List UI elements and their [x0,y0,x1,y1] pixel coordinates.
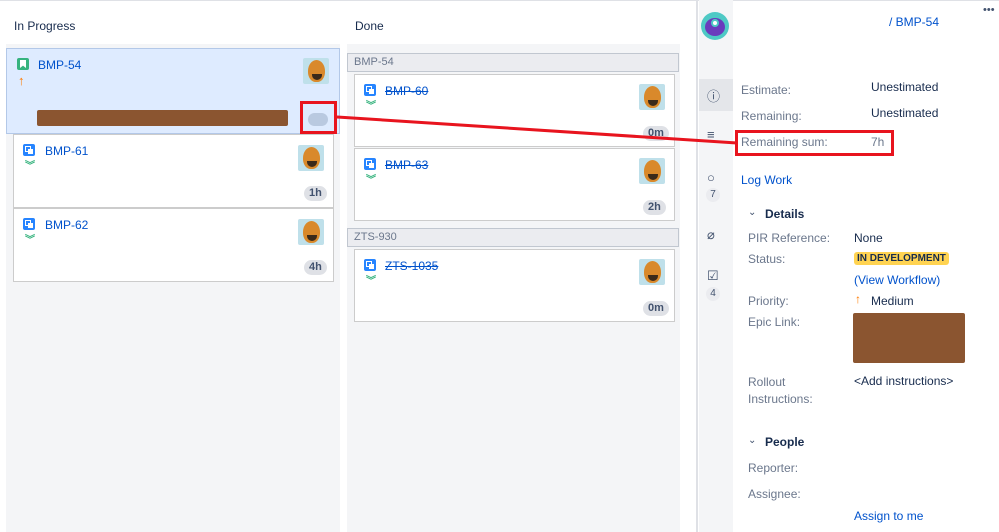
annotation-connector [336,115,738,145]
annotation-line [336,115,738,145]
